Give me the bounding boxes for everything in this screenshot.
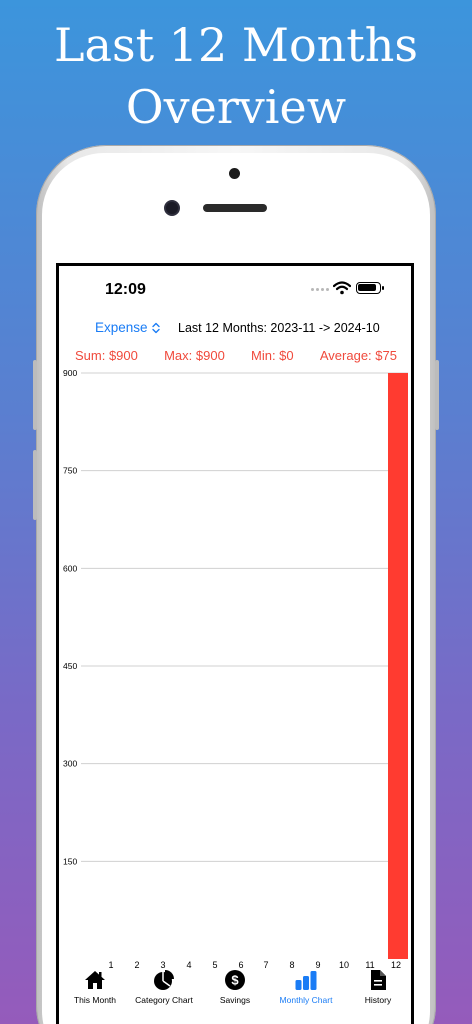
tab-label: This Month [73,995,117,1005]
y-tick-label: 900 [63,368,77,378]
earpiece-speaker [203,204,267,212]
stat-average: Average: $75 [319,348,397,363]
stat-min: Min: $0 [251,348,294,363]
signal-icon [311,288,329,291]
stat-max: Max: $900 [164,348,225,363]
tab-bar: This Month Category Chart $ Savings Mont… [59,964,411,1024]
bar-chart-icon [295,971,317,990]
type-picker[interactable]: Expense [95,320,160,335]
monthly-bar-chart: 150 300 450 600 750 900 [63,368,408,959]
tab-label: Category Chart [135,995,193,1005]
tab-category-chart[interactable]: Category Chart [128,964,200,1005]
app-screen: 12:09 Expense Last 12 Months: 2023-11 ->… [56,263,414,1024]
tab-this-month[interactable]: This Month [59,964,131,1005]
y-tick-label: 450 [63,661,77,671]
svg-text:$: $ [231,973,239,988]
stats-row: Sum: $900 Max: $900 Min: $0 Average: $75 [59,348,411,363]
tab-label: Monthly Chart [279,995,333,1005]
power-button [435,360,439,430]
bar-month-12 [388,373,408,959]
tab-label: History [364,995,392,1005]
y-tick-label: 750 [63,466,77,476]
pie-chart-icon [154,970,174,990]
y-tick-label: 600 [63,563,77,573]
tab-history[interactable]: History [342,964,411,1005]
stat-sum: Sum: $900 [75,348,138,363]
status-indicators [311,281,391,296]
front-camera [164,200,180,216]
status-time: 12:09 [105,281,146,298]
dollar-circle-icon: $ [225,970,245,990]
wifi-icon [333,281,351,295]
y-tick-label: 300 [63,759,77,769]
tab-monthly-chart[interactable]: Monthly Chart [270,964,342,1005]
house-icon [85,971,105,989]
headline-line-2: Overview [125,80,347,134]
type-picker-value: Expense [95,320,148,335]
promo-headline: Last 12 Months Overview [0,14,472,138]
volume-button [33,360,37,430]
proximity-sensor [229,168,240,179]
tab-label: Savings [219,995,251,1005]
headline-line-1: Last 12 Months [54,18,418,72]
tab-savings[interactable]: $ Savings [199,964,271,1005]
battery-icon [356,282,384,294]
y-tick-label: 150 [63,856,77,866]
volume-button [33,450,37,520]
document-icon [371,970,386,990]
date-range-label: Last 12 Months: 2023-11 -> 2024-10 [178,321,380,335]
chevron-up-down-icon [151,322,160,333]
